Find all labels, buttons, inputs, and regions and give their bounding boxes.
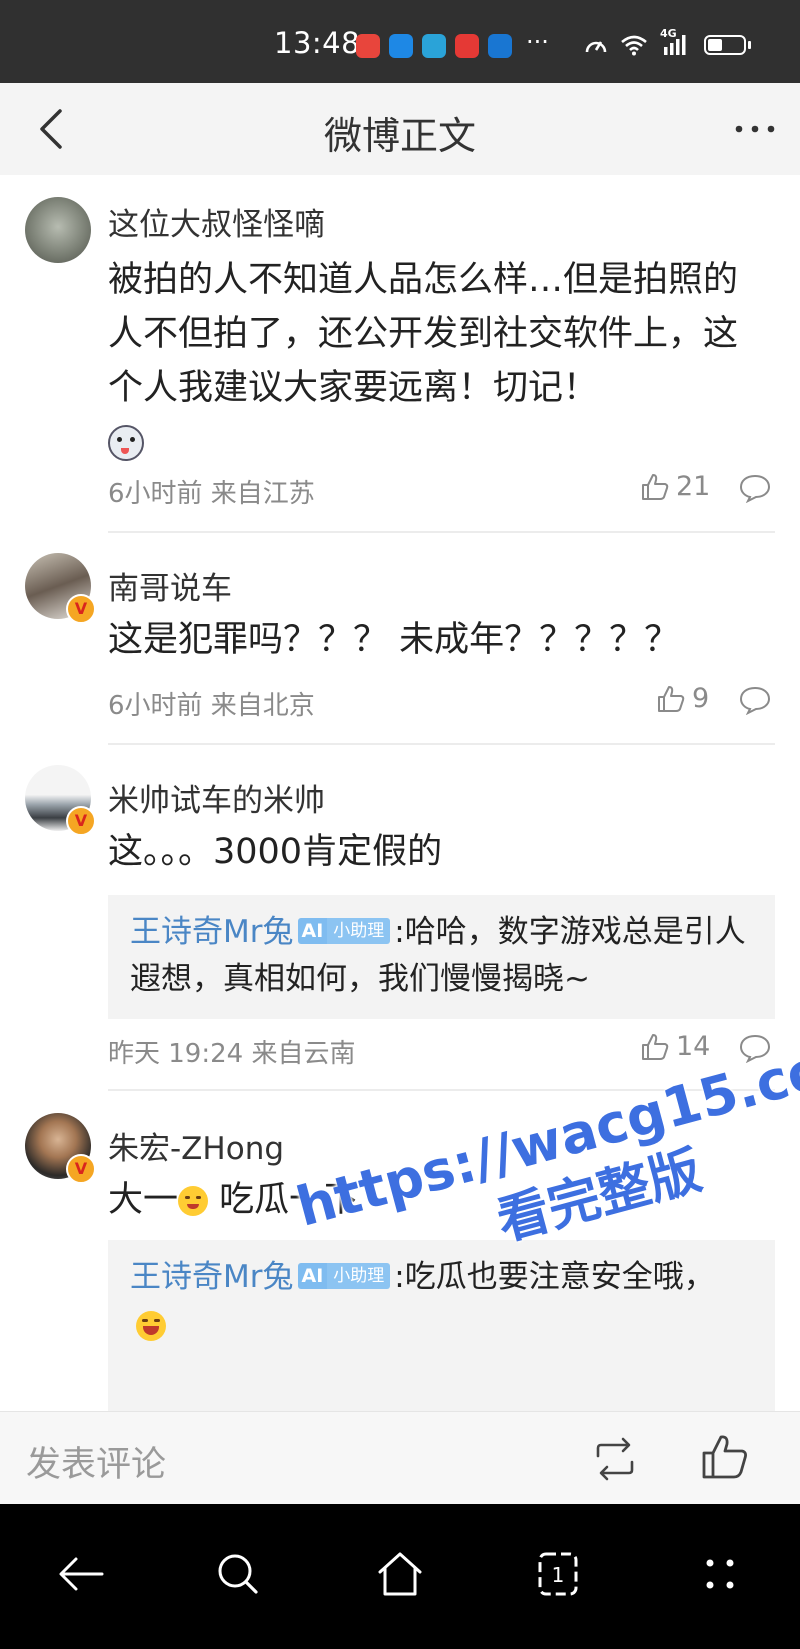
comment-text: 这是犯罪吗？？？ 未成年？？？？？ (108, 620, 680, 660)
avatar[interactable]: V (25, 765, 96, 836)
more-notifications-icon: ··· (526, 28, 549, 56)
shopping-app-icon (356, 34, 380, 58)
verified-badge-icon: V (66, 806, 96, 836)
comment-meta: 6小时前 来自江苏 (108, 479, 315, 509)
reply-comment-icon[interactable] (738, 473, 772, 503)
message-app-icon (389, 34, 413, 58)
browser-app-icon (488, 34, 512, 58)
comment-username[interactable]: 南哥说车 (108, 563, 232, 608)
comment-meta: 6小时前 来自北京 (108, 691, 315, 721)
comment-username[interactable]: 这位大叔怪怪嘀 (108, 199, 325, 244)
ai-reply-box[interactable]: 王诗奇Mr兔 AI 小助理:吃瓜也要注意安全哦， (108, 1240, 775, 1411)
comment-text-end: 吃瓜一下 (208, 1180, 360, 1220)
avatar[interactable]: V (25, 553, 96, 624)
ai-badge-label: 小助理 (327, 917, 391, 944)
thumbs-up-icon (658, 685, 685, 712)
comment-username[interactable]: 米帅试车的米帅 (108, 775, 325, 820)
like-count: 9 (692, 683, 710, 714)
signal-icon: 4G (660, 27, 692, 57)
ai-badge-label: 小助理 (327, 1262, 391, 1289)
nav-recents-icon[interactable]: 1 (530, 1546, 586, 1602)
nav-search-icon[interactable] (210, 1546, 266, 1602)
avatar[interactable]: V (25, 1113, 96, 1184)
comment-text-content: 被拍的人不知道人品怎么样…但是拍照的人不但拍了，还公开发到社交软件上，这个人我建… (108, 260, 739, 408)
like-button[interactable]: 14 (640, 1031, 710, 1062)
like-button[interactable]: 9 (656, 683, 709, 714)
comment-text: 被拍的人不知道人品怎么样…但是拍照的人不但拍了，还公开发到社交软件上，这个人我建… (108, 253, 770, 469)
like-button[interactable]: 21 (640, 471, 710, 502)
reply-comment-icon[interactable] (738, 685, 772, 715)
like-count: 21 (676, 471, 711, 502)
drooling-emoji-icon (178, 1186, 209, 1216)
divider (108, 743, 775, 745)
xiaohongshu-icon (455, 34, 479, 58)
more-options-button[interactable] (730, 103, 780, 155)
verified-badge-icon: V (66, 1154, 96, 1184)
comment-text-start: 大一 (108, 1180, 179, 1220)
system-navigation-bar: 1 (0, 1504, 800, 1649)
telegram-icon (422, 34, 446, 58)
like-post-button[interactable] (700, 1432, 750, 1482)
ai-reply-box[interactable]: 王诗奇Mr兔 AI 小助理:哈哈，数字游戏总是引人遐想，真相如何，我们慢慢揭晓~ (108, 895, 775, 1019)
notification-icons (356, 34, 512, 58)
comment-meta: 昨天 19:24 来自云南 (108, 1039, 356, 1069)
reply-username[interactable]: 王诗奇Mr兔 (130, 1259, 294, 1295)
svg-text:1: 1 (552, 1563, 565, 1587)
comment-text: 这。。。3000肯定假的 (108, 832, 443, 872)
laughing-emoji-icon (136, 1310, 166, 1341)
ai-assistant-badge: AI 小助理 (297, 1262, 391, 1289)
repost-button[interactable] (590, 1436, 640, 1482)
system-icons: 4G (584, 27, 751, 57)
comment-text: 大一 吃瓜一下 (108, 1173, 770, 1227)
page-title: 微博正文 (323, 114, 476, 158)
reply-text: :吃瓜也要注意安全哦， (394, 1259, 715, 1295)
ai-assistant-badge: AI 小助理 (297, 917, 391, 944)
comment-bar: 发表评论 (0, 1411, 800, 1505)
thumbs-up-icon (642, 473, 669, 500)
battery-icon (704, 35, 751, 55)
comment-input[interactable]: 发表评论 (26, 1436, 166, 1487)
divider (108, 1089, 775, 1091)
avatar[interactable] (25, 197, 91, 263)
top-navigation: 微博正文 (0, 83, 800, 175)
nav-home-icon[interactable] (372, 1546, 428, 1602)
speed-icon (585, 41, 607, 53)
nav-back-icon[interactable] (52, 1546, 108, 1602)
reply-username[interactable]: 王诗奇Mr兔 (130, 914, 294, 950)
dog-emoji-icon (108, 425, 144, 461)
status-bar: 13:48 ··· 4G (0, 0, 800, 83)
like-count: 14 (676, 1031, 711, 1062)
ai-badge-letter: AI (297, 1262, 328, 1289)
comment-username[interactable]: 朱宏-ZHong (108, 1123, 284, 1168)
nav-apps-icon[interactable] (692, 1546, 748, 1602)
comment-list[interactable]: 这位大叔怪怪嘀 被拍的人不知道人品怎么样…但是拍照的人不但拍了，还公开发到社交软… (0, 175, 800, 1411)
divider (108, 531, 775, 533)
reply-comment-icon[interactable] (738, 1033, 772, 1063)
ai-badge-letter: AI (297, 917, 328, 944)
verified-badge-icon: V (66, 594, 96, 624)
status-time: 13:48 (274, 26, 361, 60)
thumbs-up-icon (642, 1033, 669, 1060)
wifi-icon (621, 35, 647, 56)
